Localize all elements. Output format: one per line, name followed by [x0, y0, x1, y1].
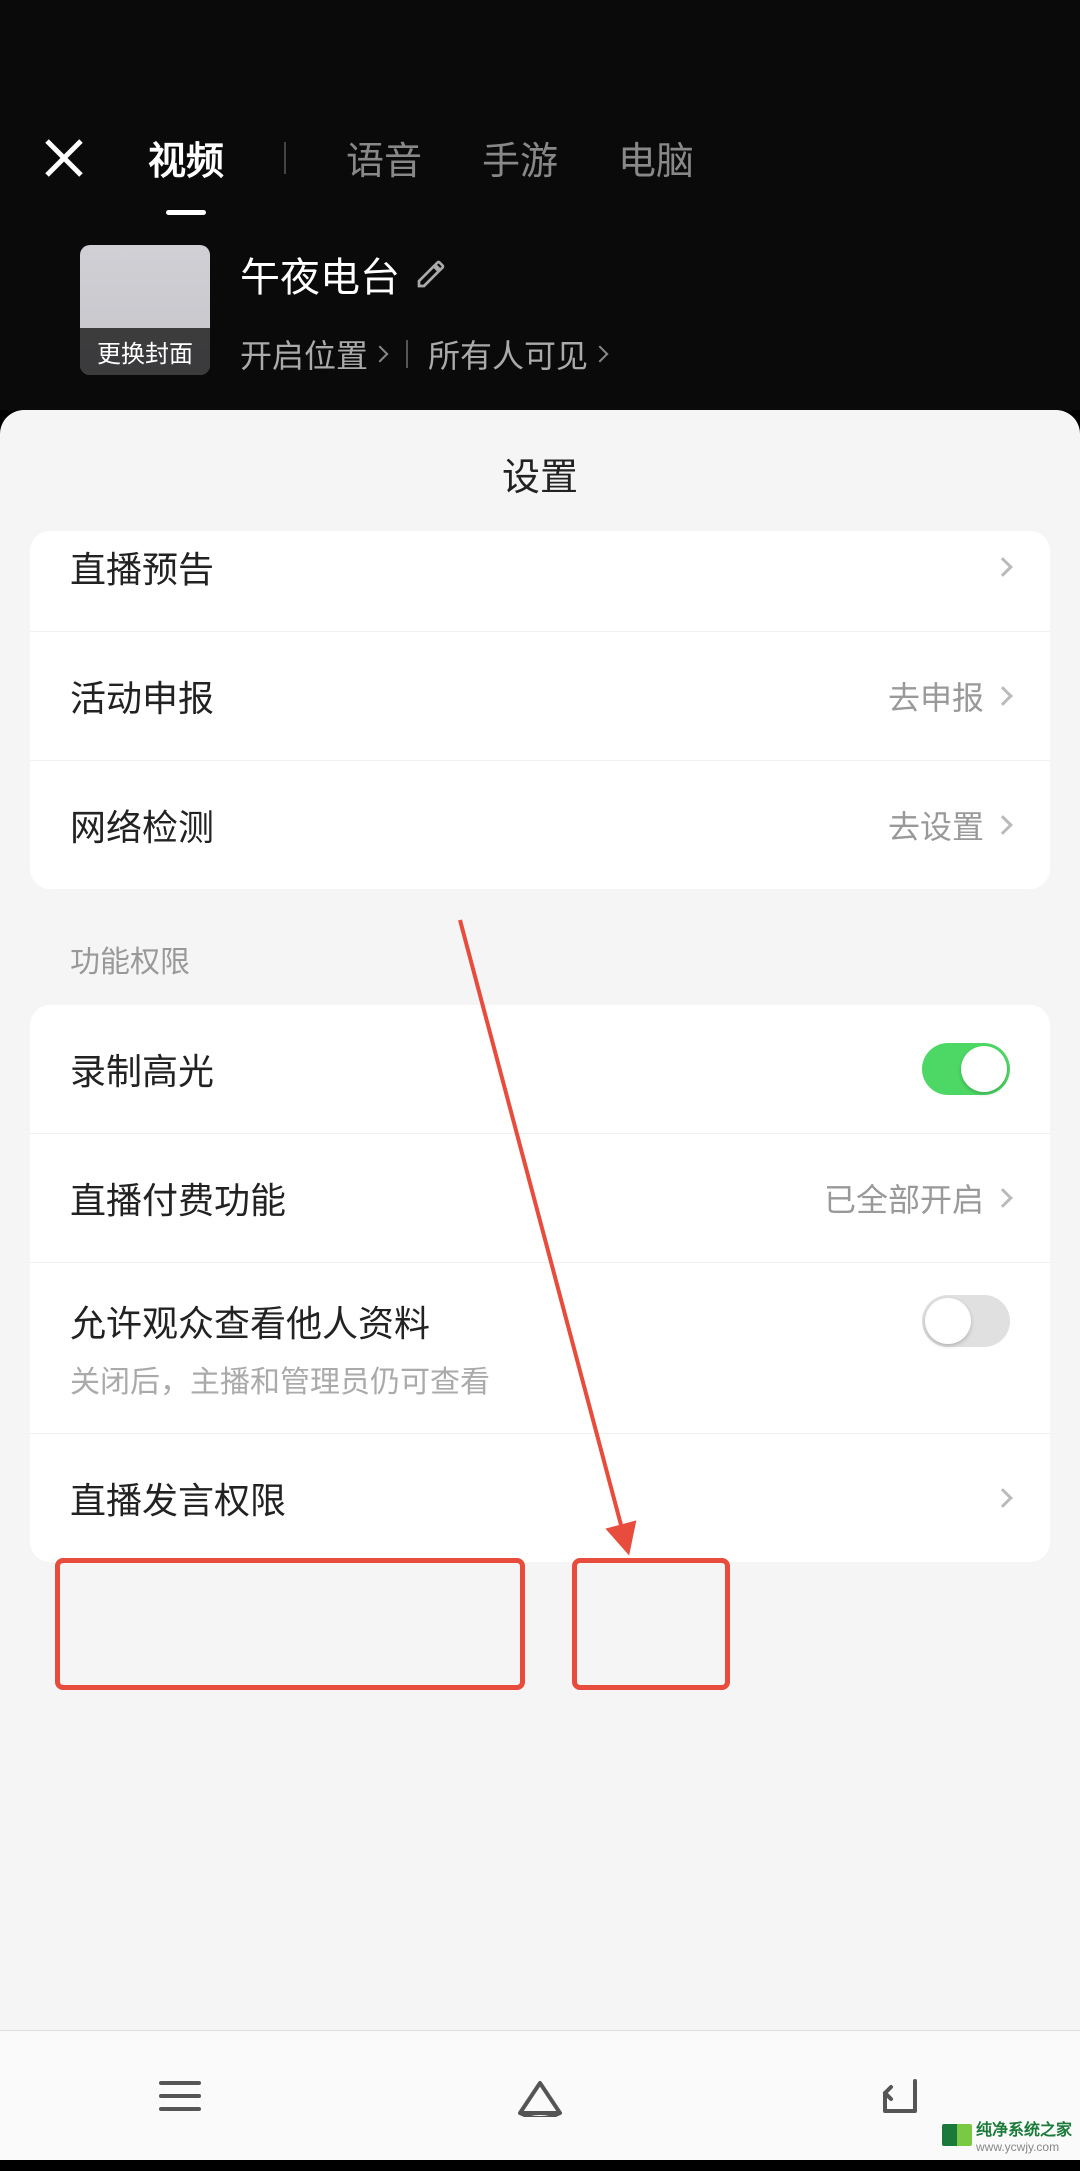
- row-action-text: 去设置: [888, 802, 984, 848]
- nav-menu-button[interactable]: [150, 2066, 210, 2126]
- row-right: [996, 560, 1010, 574]
- section-label-permissions: 功能权限: [0, 919, 1080, 1005]
- stream-title: 午夜电台: [240, 245, 400, 303]
- chevron-right-icon: [993, 1488, 1013, 1508]
- row-view-profile: 允许观众查看他人资料 关闭后，主播和管理员仍可查看: [30, 1263, 1050, 1434]
- toggle-record-highlight[interactable]: [922, 1043, 1010, 1095]
- settings-panel: 设置 直播预告 活动申报 去申报 网络检测 去设置: [0, 410, 1080, 2160]
- chevron-right-icon: [993, 686, 1013, 706]
- row-label: 允许观众查看他人资料: [70, 1295, 490, 1347]
- chevron-right-icon: [993, 557, 1013, 577]
- edit-icon[interactable]: [415, 258, 447, 290]
- tab-mobile-game[interactable]: 手游: [482, 120, 558, 195]
- chevron-right-icon: [993, 815, 1013, 835]
- row-label: 直播付费功能: [70, 1172, 286, 1224]
- row-network-check[interactable]: 网络检测 去设置: [30, 761, 1050, 889]
- row-record-highlight: 录制高光: [30, 1005, 1050, 1134]
- system-navbar: [0, 2030, 1080, 2160]
- row-label: 直播发言权限: [70, 1472, 286, 1524]
- watermark-url: www.ycwjy.com: [976, 2140, 1072, 2154]
- stream-title-row[interactable]: 午夜电台: [240, 245, 1040, 303]
- row-text-block: 允许观众查看他人资料 关闭后，主播和管理员仍可查看: [70, 1295, 490, 1401]
- row-speak-permission[interactable]: 直播发言权限: [30, 1434, 1050, 1562]
- row-right: 去申报: [888, 673, 1010, 719]
- nav-back-button[interactable]: [870, 2066, 930, 2126]
- tab-video[interactable]: 视频: [148, 120, 224, 195]
- chevron-right-icon: [372, 346, 389, 363]
- scroll-area[interactable]: 直播预告 活动申报 去申报 网络检测 去设置 功能权限: [0, 531, 1080, 2171]
- location-label: 开启位置: [240, 331, 368, 377]
- cover-image[interactable]: 更换封面: [80, 245, 210, 375]
- close-icon[interactable]: [40, 134, 88, 182]
- stream-meta: 开启位置 所有人可见: [240, 331, 1040, 377]
- watermark-logo-icon: [942, 2124, 972, 2146]
- tabs: 视频 语音 手游 电脑: [148, 120, 694, 195]
- visibility-toggle[interactable]: 所有人可见: [428, 331, 606, 377]
- stream-setup-top: 视频 语音 手游 电脑 更换封面 午夜电台 开启位置: [0, 0, 1080, 410]
- row-right: [996, 1491, 1010, 1505]
- tab-pc[interactable]: 电脑: [618, 120, 694, 195]
- row-live-preview[interactable]: 直播预告: [30, 531, 1050, 632]
- watermark-text: 纯净系统之家 www.ycwjy.com: [976, 2116, 1072, 2154]
- header: 视频 语音 手游 电脑: [0, 0, 1080, 195]
- row-activity-report[interactable]: 活动申报 去申报: [30, 632, 1050, 761]
- panel-title: 设置: [0, 410, 1080, 531]
- nav-home-button[interactable]: [510, 2066, 570, 2126]
- row-label: 录制高光: [70, 1043, 214, 1095]
- chevron-right-icon: [993, 1188, 1013, 1208]
- visibility-label: 所有人可见: [428, 331, 588, 377]
- watermark: 纯净系统之家 www.ycwjy.com: [942, 2116, 1072, 2154]
- location-toggle[interactable]: 开启位置: [240, 331, 386, 377]
- tab-divider: [284, 142, 286, 174]
- toggle-knob: [925, 1298, 971, 1344]
- stream-details: 午夜电台 开启位置 所有人可见: [240, 245, 1040, 377]
- row-label: 直播预告: [70, 541, 214, 593]
- chevron-right-icon: [592, 346, 609, 363]
- row-action-text: 去申报: [888, 673, 984, 719]
- change-cover-label: 更换封面: [80, 328, 210, 375]
- row-subtext: 关闭后，主播和管理员仍可查看: [70, 1357, 490, 1401]
- toggle-view-profile[interactable]: [922, 1295, 1010, 1347]
- row-status-text: 已全部开启: [824, 1175, 984, 1221]
- row-right: 去设置: [888, 802, 1010, 848]
- settings-group-permissions: 录制高光 直播付费功能 已全部开启 允许观众查看他人资料 关闭后，主播和管理员仍…: [30, 1005, 1050, 1562]
- stream-info: 更换封面 午夜电台 开启位置 所有人可见: [0, 195, 1080, 377]
- toggle-knob: [961, 1046, 1007, 1092]
- row-right: 已全部开启: [824, 1175, 1010, 1221]
- meta-divider: [406, 340, 408, 368]
- row-label: 网络检测: [70, 799, 214, 851]
- watermark-brand: 纯净系统之家: [976, 2116, 1072, 2140]
- row-paid-feature[interactable]: 直播付费功能 已全部开启: [30, 1134, 1050, 1263]
- row-label: 活动申报: [70, 670, 214, 722]
- settings-group-general: 直播预告 活动申报 去申报 网络检测 去设置: [30, 531, 1050, 889]
- tab-audio[interactable]: 语音: [346, 120, 422, 195]
